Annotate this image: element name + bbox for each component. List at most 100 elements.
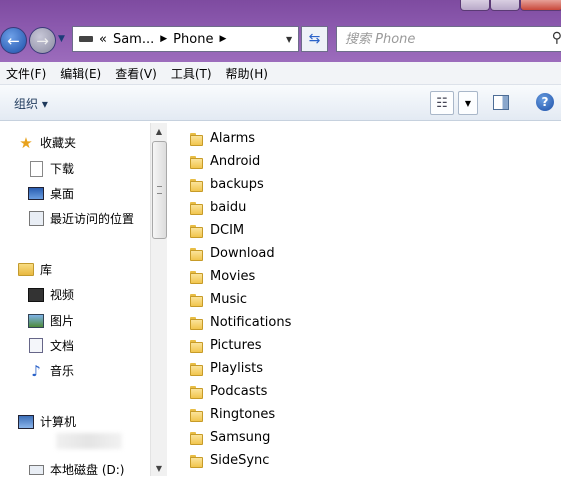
window-titlebar: ← → ▼ « Sam... ▶ Phone ▶ ▼ ⇆ ⚲	[0, 0, 561, 62]
music-note-icon: ♪	[31, 361, 41, 380]
search-box[interactable]: ⚲	[336, 26, 561, 52]
star-icon: ★	[19, 133, 33, 152]
folder-item[interactable]: Movies	[190, 269, 255, 284]
nav-scrollbar[interactable]: ▲ ▼	[150, 123, 167, 476]
organize-button[interactable]: 组织 ▾	[14, 95, 48, 112]
nav-item-label: 本地磁盘 (D:)	[50, 463, 125, 477]
search-input[interactable]	[345, 31, 540, 47]
back-arrow-icon: ←	[7, 31, 20, 50]
folder-icon	[190, 362, 204, 376]
folder-item[interactable]: Notifications	[190, 315, 291, 330]
folder-item[interactable]: Music	[190, 292, 247, 307]
recent-places-icon	[28, 211, 44, 227]
folder-icon	[190, 385, 204, 399]
nav-item-music[interactable]: ♪ 音乐	[28, 361, 75, 380]
folder-name: SideSync	[210, 453, 270, 468]
forward-button[interactable]: →	[29, 27, 56, 54]
nav-item-drive-d[interactable]: 本地磁盘 (D:)	[28, 461, 124, 478]
folder-name: Notifications	[210, 315, 292, 330]
nav-item-documents[interactable]: 文档	[28, 337, 74, 354]
scroll-down-arrow-icon[interactable]: ▼	[151, 460, 167, 476]
nav-item-label: 视频	[50, 288, 75, 302]
folder-icon	[190, 155, 204, 169]
folder-name: Pictures	[210, 338, 262, 353]
scroll-up-arrow-icon[interactable]: ▲	[151, 123, 167, 139]
folder-icon	[190, 270, 204, 284]
folder-icon	[190, 178, 204, 192]
nav-computer[interactable]: 计算机	[18, 413, 76, 430]
nav-item-recent[interactable]: 最近访问的位置	[28, 210, 134, 227]
folder-item[interactable]: Playlists	[190, 361, 263, 376]
search-icon[interactable]: ⚲	[552, 30, 561, 46]
nav-item-videos[interactable]: 视频	[28, 286, 74, 303]
folder-item[interactable]: SideSync	[190, 453, 269, 468]
view-options-dropdown[interactable]: ▼	[458, 91, 478, 115]
folder-icon	[190, 224, 204, 238]
nav-item-label: 下载	[50, 162, 75, 176]
nav-item-label: 图片	[50, 314, 75, 328]
folder-name: DCIM	[210, 223, 245, 238]
refresh-button[interactable]: ⇆	[301, 26, 328, 52]
folder-icon	[190, 293, 204, 307]
folder-name: backups	[210, 177, 264, 192]
menu-view[interactable]: 查看(V)	[109, 65, 165, 82]
menu-edit[interactable]: 编辑(E)	[54, 65, 109, 82]
folder-name: Alarms	[210, 131, 256, 146]
back-button[interactable]: ←	[0, 27, 27, 54]
folder-item[interactable]: Download	[190, 246, 275, 261]
command-bar: 组织 ▾ ☷ ▼ ?	[0, 85, 561, 121]
folder-item[interactable]: Android	[190, 154, 260, 169]
nav-favorites[interactable]: ★ 收藏夹	[18, 133, 77, 152]
scroll-thumb[interactable]	[152, 141, 167, 239]
folder-item[interactable]: DCIM	[190, 223, 244, 238]
folder-item[interactable]: backups	[190, 177, 264, 192]
breadcrumb-segment[interactable]: Phone	[173, 32, 213, 47]
change-view-button[interactable]: ☷	[430, 91, 454, 115]
folder-icon	[190, 408, 204, 422]
folder-item[interactable]: Pictures	[190, 338, 261, 353]
address-overflow[interactable]: «	[99, 32, 107, 47]
nav-libraries-label: 库	[40, 263, 53, 277]
file-list: Alarms Android backups baidu DCIM Downlo…	[168, 121, 561, 476]
drive-icon	[79, 36, 93, 42]
nav-item-label: 最近访问的位置	[50, 212, 135, 226]
breadcrumb-segment[interactable]: Sam...	[113, 32, 154, 47]
nav-item-downloads[interactable]: 下载	[28, 160, 74, 177]
minimize-button[interactable]	[460, 0, 490, 11]
breadcrumb-separator-icon[interactable]: ▶	[160, 34, 167, 44]
nav-item-desktop[interactable]: 桌面	[28, 185, 74, 202]
menu-help[interactable]: 帮助(H)	[220, 65, 276, 82]
blurred-drive-label	[56, 433, 122, 449]
help-icon: ?	[541, 95, 549, 109]
folder-name: baidu	[210, 200, 247, 215]
folder-icon	[190, 132, 204, 146]
folder-name: Ringtones	[210, 407, 276, 422]
view-icon: ☷	[436, 95, 448, 111]
folder-item[interactable]: baidu	[190, 200, 246, 215]
navigation-pane: ★ 收藏夹 下载 桌面 最近访问的位置 库 视频 图片 文档 ♪ 音乐 计算机 …	[0, 121, 148, 478]
close-button[interactable]	[520, 0, 561, 11]
menu-file[interactable]: 文件(F)	[0, 65, 54, 82]
maximize-button[interactable]	[490, 0, 520, 11]
address-dropdown-icon[interactable]: ▼	[286, 35, 292, 44]
picture-library-icon	[28, 313, 44, 329]
forward-arrow-icon: →	[36, 31, 49, 50]
folder-item[interactable]: Alarms	[190, 131, 255, 146]
help-button[interactable]: ?	[536, 93, 554, 111]
nav-item-label: 音乐	[50, 364, 75, 378]
address-bar[interactable]: « Sam... ▶ Phone ▶ ▼	[72, 26, 299, 52]
nav-item-label: 桌面	[50, 187, 75, 201]
folder-item[interactable]: Podcasts	[190, 384, 267, 399]
folder-icon	[190, 454, 204, 468]
menu-tools[interactable]: 工具(T)	[165, 65, 220, 82]
folder-item[interactable]: Samsung	[190, 430, 270, 445]
nav-libraries[interactable]: 库	[18, 261, 52, 278]
recent-pages-dropdown[interactable]: ▼	[58, 34, 65, 44]
folder-name: Podcasts	[210, 384, 268, 399]
breadcrumb-separator-icon[interactable]: ▶	[219, 34, 226, 44]
preview-pane-button[interactable]	[493, 95, 509, 110]
nav-favorites-label: 收藏夹	[40, 136, 77, 150]
folder-item[interactable]: Ringtones	[190, 407, 275, 422]
download-folder-icon	[28, 160, 44, 177]
nav-item-pictures[interactable]: 图片	[28, 312, 74, 329]
